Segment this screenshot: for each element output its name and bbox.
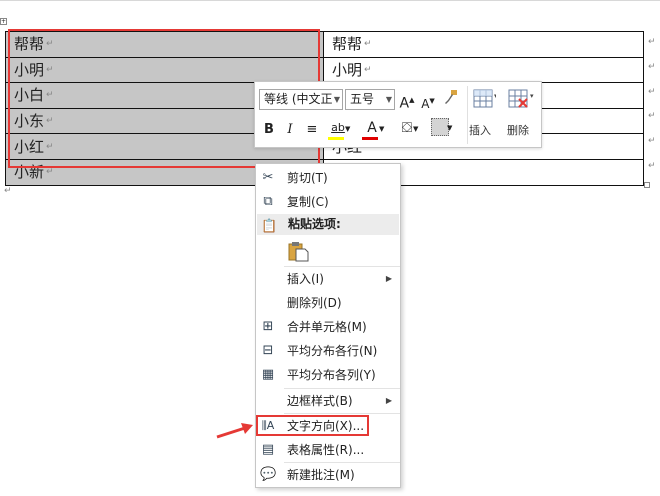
menu-item-table-properties[interactable]: ▤ 表格属性(R)... xyxy=(256,438,400,462)
table-cell[interactable]: 小明 ↵ xyxy=(323,56,644,84)
shading-button[interactable]: ⛋ ▼ xyxy=(393,118,421,138)
font-size-dropdown[interactable]: 五号 ▼ xyxy=(345,89,395,110)
font-color-swatch xyxy=(362,137,378,140)
end-of-row-mark: ↵ xyxy=(648,37,656,47)
table-cell[interactable]: 帮帮 ↵ xyxy=(323,31,644,58)
insert-label: 插入 xyxy=(469,124,491,137)
menu-item-merge-cells[interactable]: ⊞ 合并单元格(M) xyxy=(256,315,400,339)
svg-text:▾: ▾ xyxy=(530,92,534,100)
highlight-color-button[interactable]: ab ▼ xyxy=(325,118,351,140)
table-move-handle[interactable]: + xyxy=(0,18,7,25)
bold-button[interactable]: B xyxy=(261,120,277,140)
grow-font-button[interactable]: A▲ xyxy=(398,90,416,112)
mini-toolbar: 等线 (中文正 ▼ 五号 ▼ A▲ A▼ B I ≡ ab ▼ A ▼ ⛋ ▼ ▼ xyxy=(254,81,542,148)
clipboard-icon: 📋 xyxy=(261,219,278,234)
end-of-row-mark: ↵ xyxy=(648,111,656,121)
chevron-down-icon: ▼ xyxy=(333,95,340,104)
align-center-icon: ≡ xyxy=(306,122,318,137)
menu-item-new-comment[interactable]: 💬 新建批注(M) xyxy=(256,463,400,487)
paste-keep-text-icon[interactable] xyxy=(287,240,309,262)
menu-item-distribute-rows[interactable]: ⊟ 平均分布各行(N) xyxy=(256,339,400,363)
chevron-down-icon: ▼ xyxy=(385,95,392,104)
font-name-dropdown[interactable]: 等线 (中文正 ▼ xyxy=(259,89,343,110)
shrink-font-button[interactable]: A▼ xyxy=(419,91,437,111)
chevron-down-icon: ▼ xyxy=(447,124,453,132)
paragraph-mark: ↵ xyxy=(4,186,12,196)
end-of-row-mark: ↵ xyxy=(648,136,656,146)
highlight-swatch xyxy=(328,137,344,140)
page-top-edge xyxy=(0,0,660,1)
center-align-button[interactable]: ≡ xyxy=(303,120,321,140)
menu-item-insert[interactable]: 插入(I) ▶ xyxy=(256,267,400,291)
chevron-right-icon: ▶ xyxy=(385,396,392,405)
comment-icon: 💬 xyxy=(260,467,277,482)
font-color-button[interactable]: A ▼ xyxy=(359,118,385,140)
end-of-row-mark: ↵ xyxy=(648,62,656,72)
distribute-rows-icon: ⊟ xyxy=(262,343,274,358)
delete-label: 删除 xyxy=(507,124,529,137)
svg-text:▾: ▾ xyxy=(494,92,496,100)
chevron-down-icon: ▼ xyxy=(413,125,419,133)
toolbar-divider xyxy=(467,86,468,144)
delete-table-icon: ▾ xyxy=(508,89,534,108)
menu-item-cut[interactable]: ✂ 剪切(T) xyxy=(256,166,400,190)
borders-button[interactable]: ▼ xyxy=(425,117,455,137)
chevron-down-icon: ▼ xyxy=(345,125,351,133)
end-of-row-mark: ↵ xyxy=(648,87,656,97)
italic-button[interactable]: I xyxy=(282,120,298,140)
copy-icon: ⧉ xyxy=(263,194,273,209)
menu-item-delete-column[interactable]: 删除列(D) xyxy=(256,291,400,315)
table-resize-handle[interactable] xyxy=(644,182,650,188)
insert-table-icon: ▾ xyxy=(473,89,498,108)
scissors-icon: ✂ xyxy=(262,170,274,185)
context-menu: ✂ 剪切(T) ⧉ 复制(C) 📋 粘贴选项: 插入(I) ▶ 删除列(D) ⊞… xyxy=(255,163,401,488)
chevron-down-icon: ▼ xyxy=(379,125,385,133)
menu-item-distribute-columns[interactable]: ▦ 平均分布各列(Y) xyxy=(256,363,400,387)
format-painter-button[interactable] xyxy=(441,88,461,108)
paint-bucket-icon: ⛋ xyxy=(401,120,413,136)
end-of-row-mark: ↵ xyxy=(648,161,656,171)
paintbrush-icon xyxy=(445,90,457,104)
distribute-columns-icon: ▦ xyxy=(261,367,275,382)
table-properties-icon: ▤ xyxy=(261,442,275,457)
text-direction-highlight-annotation xyxy=(256,415,369,436)
paste-options-header: 📋 粘贴选项: xyxy=(257,214,399,235)
merge-cells-icon: ⊞ xyxy=(262,319,274,334)
chevron-right-icon: ▶ xyxy=(385,274,392,283)
red-arrow-icon xyxy=(216,423,253,439)
menu-item-border-styles[interactable]: 边框样式(B) ▶ xyxy=(256,389,400,413)
menu-item-copy[interactable]: ⧉ 复制(C) xyxy=(256,190,400,214)
